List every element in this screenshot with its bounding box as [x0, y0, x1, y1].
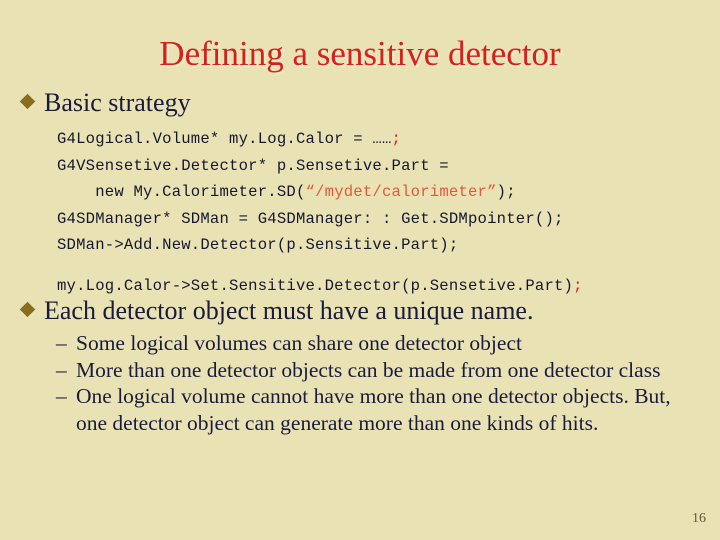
code-token: my.Log.Calor->Set.Sensitive.Detector(p.S…: [57, 276, 574, 295]
dash-bullet-icon: –: [56, 331, 67, 355]
code-block: G4Logical.Volume* my.Log.Calor = ……; G4VS…: [57, 126, 707, 299]
bullet-basic-strategy: Basic strategy: [19, 88, 712, 118]
code-token: “/mydet/calorimeter”: [305, 183, 497, 201]
code-token: ;: [573, 276, 583, 295]
code-token: G4SDManager* SDMan = G4SDManager: : Get.…: [57, 209, 564, 228]
diamond-bullet-icon: [19, 93, 36, 110]
page-title: Defining a sensitive detector: [159, 34, 561, 73]
sub-bullet-item: – More than one detector objects can be m…: [56, 357, 701, 384]
diamond-bullet-icon: [19, 301, 36, 318]
sub-bullet-label: Some logical volumes can share one detec…: [76, 331, 522, 355]
sub-bullet-item: – Some logical volumes can share one dete…: [56, 330, 701, 357]
code-line: G4Logical.Volume* my.Log.Calor = ……;: [57, 126, 707, 153]
slide-canvas: Defining a sensitive detector Basic stra…: [0, 0, 720, 540]
dash-bullet-icon: –: [56, 357, 67, 382]
sub-bullet-item: – One logical volume cannot have more tha…: [56, 383, 701, 436]
dash-bullet-icon: –: [56, 384, 67, 408]
code-token: ;: [391, 130, 402, 148]
sub-bullet-list: – Some logical volumes can share one dete…: [56, 330, 701, 436]
bullet-label: Basic strategy: [44, 88, 191, 117]
code-line: new My.Calorimeter.SD(“/mydet/calorimete…: [57, 179, 707, 206]
code-token: SDMan->Add.New.Detector(p.Sensitive.Part…: [57, 236, 459, 254]
code-line: G4VSensetive.Detector* p.Sensetive.Part …: [57, 153, 707, 180]
code-line: G4SDManager* SDMan = G4SDManager: : Get.…: [57, 206, 707, 233]
bullet-label: Each detector object must have a unique …: [44, 296, 534, 325]
code-token: G4Logical.Volume* my.Log.Calor = ……: [57, 130, 392, 148]
sub-bullet-label: One logical volume cannot have more than…: [76, 384, 671, 435]
sub-bullet-label: More than one detector objects can be ma…: [76, 357, 661, 382]
page-number: 16: [692, 511, 706, 526]
code-token: );: [496, 183, 516, 201]
bullet-unique-name: Each detector object must have a unique …: [19, 296, 712, 326]
code-token: G4VSensetive.Detector* p.Sensetive.Part …: [57, 156, 449, 175]
code-token: new My.Calorimeter.SD(: [57, 183, 306, 201]
code-line: SDMan->Add.New.Detector(p.Sensitive.Part…: [57, 232, 707, 259]
